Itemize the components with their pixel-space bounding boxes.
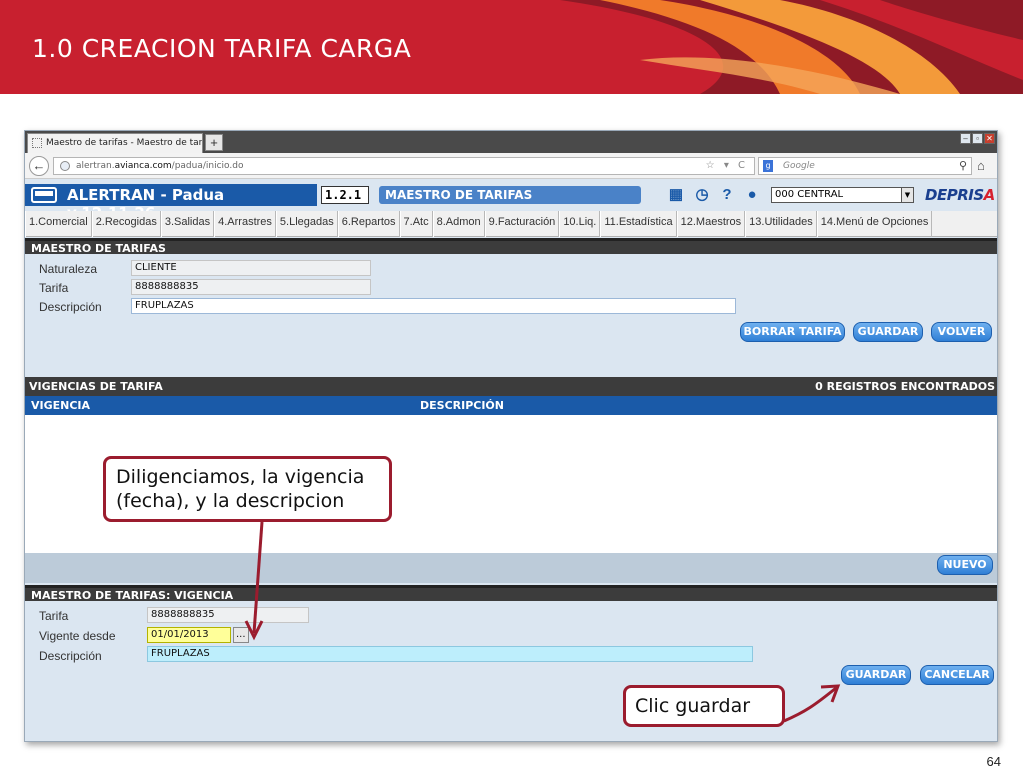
callout-clic-guardar: Clic guardar bbox=[623, 685, 785, 727]
page-number: 64 bbox=[986, 754, 1001, 769]
annotation-arrows bbox=[244, 521, 841, 723]
callout-diligenciar: Diligenciamos, la vigencia (fecha), y la… bbox=[103, 456, 392, 522]
